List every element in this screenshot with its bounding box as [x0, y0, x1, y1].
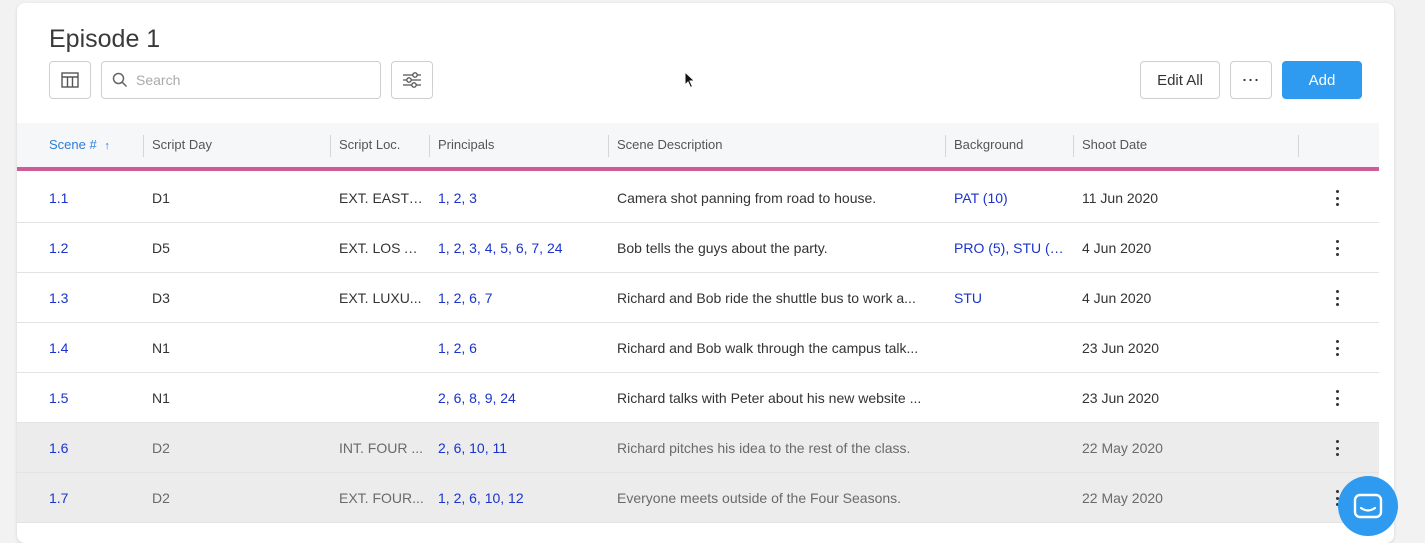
row-actions-kebab-icon[interactable]: [1335, 240, 1339, 256]
cell-scene-number[interactable]: 1.3: [49, 273, 134, 323]
cell-script-day: D1: [152, 190, 170, 206]
cell-shoot-date: 23 Jun 2020: [1082, 390, 1160, 406]
add-button[interactable]: Add: [1282, 61, 1362, 99]
cell-scene-number[interactable]: 1.7: [49, 473, 134, 523]
cell-background[interactable]: PAT (10): [954, 173, 1069, 223]
cell-principals[interactable]: 2, 6, 10, 11: [438, 423, 603, 473]
cell-scene-description: Richard and Bob walk through the campus …: [617, 340, 919, 356]
table-row[interactable]: 1.4 N1 1, 2, 6 Richard and Bob walk through…: [17, 323, 1379, 373]
table-header: Scene # ↑ Script Day Script Loc. Princip…: [17, 123, 1379, 171]
cell-scene-description: Richard talks with Peter about his new w…: [617, 390, 922, 406]
cell-background[interactable]: [954, 423, 1069, 473]
column-divider[interactable]: [1073, 135, 1074, 157]
column-header-principals[interactable]: Principals: [438, 123, 494, 167]
cell-script-day: D3: [152, 290, 170, 306]
column-header-scene[interactable]: Scene # ↑: [49, 123, 110, 167]
cell-script-location: EXT. FOUR...: [339, 490, 424, 506]
row-actions-kebab-icon[interactable]: [1335, 390, 1339, 406]
chat-launcher-button[interactable]: [1338, 476, 1398, 536]
column-header-label: Scene #: [49, 137, 97, 152]
cell-scene-description: Richard and Bob ride the shuttle bus to …: [617, 290, 916, 306]
row-actions-kebab-icon[interactable]: [1335, 340, 1339, 356]
cell-scene-number[interactable]: 1.4: [49, 323, 134, 373]
cell-scene-number[interactable]: 1.5: [49, 373, 134, 423]
search-box[interactable]: [101, 61, 381, 99]
search-input[interactable]: [136, 72, 376, 88]
column-header-script-day[interactable]: Script Day: [152, 123, 212, 167]
cell-background[interactable]: [954, 373, 1069, 423]
column-view-button[interactable]: [49, 61, 91, 99]
column-divider[interactable]: [330, 135, 331, 157]
cell-script-day: D2: [152, 490, 170, 506]
cell-principals[interactable]: 1, 2, 6, 10, 12: [438, 473, 603, 523]
column-divider[interactable]: [143, 135, 144, 157]
scenes-card: Episode 1 Edit All ⋯ Add Scene # ↑ Scrip…: [17, 3, 1394, 543]
table-row[interactable]: 1.2 D5 EXT. LOS A... 1, 2, 3, 4, 5, 6, 7, 2…: [17, 223, 1379, 273]
table-columns-icon: [61, 72, 79, 88]
cell-scene-description: Richard pitches his idea to the rest of …: [617, 440, 911, 456]
mouse-pointer-icon: [684, 71, 696, 89]
cell-background[interactable]: [954, 323, 1069, 373]
column-header-background[interactable]: Background: [954, 123, 1023, 167]
table-row[interactable]: 1.6 D2 INT. FOUR ... 2, 6, 10, 11 Richard pi…: [17, 423, 1379, 473]
cell-shoot-date: 4 Jun 2020: [1082, 290, 1152, 306]
cell-scene-number[interactable]: 1.1: [49, 173, 134, 223]
cell-script-location: [339, 373, 424, 423]
column-divider[interactable]: [945, 135, 946, 157]
column-divider[interactable]: [608, 135, 609, 157]
cell-scene-description: Camera shot panning from road to house.: [617, 190, 877, 206]
cell-scene-description: Everyone meets outside of the Four Seaso…: [617, 490, 902, 506]
page-title: Episode 1: [49, 25, 161, 53]
cell-scene-number[interactable]: 1.2: [49, 223, 134, 273]
cell-principals[interactable]: 1, 2, 3: [438, 173, 603, 223]
cell-script-day: N1: [152, 390, 170, 406]
cell-background[interactable]: STU: [954, 273, 1069, 323]
table-row[interactable]: 1.3 D3 EXT. LUXU... 1, 2, 6, 7 Richard and B…: [17, 273, 1379, 323]
cell-script-location: INT. FOUR ...: [339, 440, 423, 456]
row-actions-kebab-icon[interactable]: [1335, 290, 1339, 306]
row-actions-kebab-icon[interactable]: [1335, 440, 1339, 456]
search-icon: [112, 72, 128, 88]
filter-button[interactable]: [391, 61, 433, 99]
row-actions-kebab-icon[interactable]: [1335, 190, 1339, 206]
cell-shoot-date: 4 Jun 2020: [1082, 240, 1152, 256]
cell-shoot-date: 22 May 2020: [1082, 490, 1163, 506]
cell-script-day: N1: [152, 340, 170, 356]
column-header-scene-description[interactable]: Scene Description: [617, 123, 723, 167]
column-header-shoot-date[interactable]: Shoot Date: [1082, 123, 1147, 167]
column-header-script-loc[interactable]: Script Loc.: [339, 123, 400, 167]
cell-principals[interactable]: 2, 6, 8, 9, 24: [438, 373, 603, 423]
cell-principals[interactable]: 1, 2, 3, 4, 5, 6, 7, 24: [438, 223, 603, 273]
table-row[interactable]: 1.5 N1 2, 6, 8, 9, 24 Richard talks with Pe…: [17, 373, 1379, 423]
cell-shoot-date: 22 May 2020: [1082, 440, 1163, 456]
cell-script-day: D2: [152, 440, 170, 456]
cell-script-location: EXT. LOS A...: [339, 240, 424, 256]
more-options-button[interactable]: ⋯: [1230, 61, 1272, 99]
cell-shoot-date: 11 Jun 2020: [1082, 190, 1159, 206]
cell-principals[interactable]: 1, 2, 6: [438, 323, 603, 373]
column-divider[interactable]: [429, 135, 430, 157]
column-divider[interactable]: [1298, 135, 1299, 157]
cell-script-location: [339, 323, 424, 373]
cell-script-location: EXT. EAST ...: [339, 190, 424, 206]
cell-shoot-date: 23 Jun 2020: [1082, 340, 1160, 356]
sort-ascending-icon: ↑: [104, 140, 110, 152]
cell-scene-description: Bob tells the guys about the party.: [617, 240, 828, 256]
cell-scene-number[interactable]: 1.6: [49, 423, 134, 473]
chat-icon: [1353, 493, 1383, 519]
table-row[interactable]: 1.7 D2 EXT. FOUR... 1, 2, 6, 10, 12 Everyone…: [17, 473, 1379, 523]
cell-script-location: EXT. LUXU...: [339, 290, 422, 306]
cell-script-day: D5: [152, 240, 170, 256]
cell-principals[interactable]: 1, 2, 6, 7: [438, 273, 603, 323]
cell-background[interactable]: PRO (5), STU (10): [954, 223, 1069, 273]
filter-sliders-icon: [403, 72, 421, 88]
table-row[interactable]: 1.1 D1 EXT. EAST ... 1, 2, 3 Camera shot pan…: [17, 173, 1379, 223]
edit-all-button[interactable]: Edit All: [1140, 61, 1220, 99]
cell-background[interactable]: [954, 473, 1069, 523]
